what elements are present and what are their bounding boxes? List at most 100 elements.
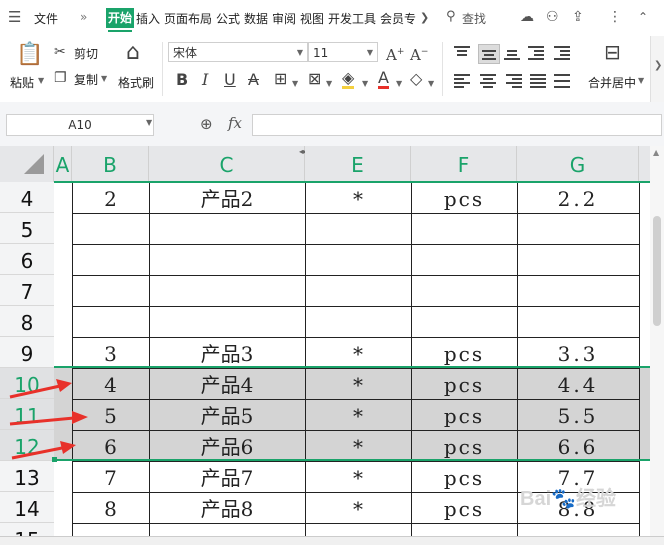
tab-page-layout[interactable]: 页面布局: [164, 10, 212, 27]
cut-button[interactable]: 剪切: [74, 45, 98, 62]
row-header[interactable]: 13: [0, 461, 54, 492]
more-tabs-icon[interactable]: »: [80, 10, 87, 24]
cell-e[interactable]: [305, 306, 411, 337]
cell-b[interactable]: [72, 244, 149, 275]
cell-g[interactable]: 4.4: [517, 368, 639, 399]
cell-c[interactable]: [149, 275, 305, 306]
paste-dropdown-icon[interactable]: ▼: [38, 76, 44, 85]
cell-g[interactable]: [517, 306, 639, 337]
scroll-tabs-right-icon[interactable]: ❯: [420, 11, 429, 24]
increase-indent-icon[interactable]: [554, 46, 570, 60]
cell-g[interactable]: 6.6: [517, 430, 639, 461]
cell-e[interactable]: *: [305, 399, 411, 430]
cell-e[interactable]: [305, 275, 411, 306]
row-header[interactable]: 8: [0, 306, 54, 337]
cell-e[interactable]: *: [305, 368, 411, 399]
align-left-icon[interactable]: [454, 74, 470, 88]
share-icon[interactable]: ⇪: [572, 9, 584, 25]
italic-icon[interactable]: I: [202, 72, 208, 88]
scroll-up-icon[interactable]: ▲: [653, 148, 659, 157]
merge-center-icon[interactable]: ⊟: [604, 42, 621, 62]
fill-color-icon[interactable]: ◈: [342, 70, 355, 89]
paste-button[interactable]: 粘贴: [10, 74, 34, 91]
tab-review[interactable]: 审阅: [272, 10, 296, 27]
row-header[interactable]: 6: [0, 244, 54, 275]
cell-c[interactable]: 产品5: [149, 399, 305, 430]
cell-e[interactable]: *: [305, 182, 411, 213]
cell-style-icon[interactable]: ⊠: [308, 71, 321, 87]
column-header-a[interactable]: A: [54, 146, 72, 182]
ribbon-scroll-right[interactable]: ❯: [650, 36, 664, 102]
row-header[interactable]: 14: [0, 492, 54, 523]
cell-g[interactable]: 3.3: [517, 337, 639, 368]
cell-e[interactable]: [305, 213, 411, 244]
column-header-c[interactable]: C: [149, 146, 305, 182]
cell-e[interactable]: *: [305, 492, 411, 523]
column-header-next[interactable]: [639, 146, 650, 182]
cell-f[interactable]: pcs: [411, 182, 517, 213]
column-header-f[interactable]: F: [411, 146, 517, 182]
tab-member[interactable]: 会员专: [380, 10, 416, 27]
tab-data[interactable]: 数据: [244, 10, 268, 27]
cell-g[interactable]: [517, 213, 639, 244]
row-header[interactable]: 7: [0, 275, 54, 306]
merge-center-button[interactable]: 合并居中: [588, 74, 636, 91]
font-size-select[interactable]: 11 ▼: [308, 42, 378, 62]
cell-f[interactable]: pcs: [411, 430, 517, 461]
cell-b[interactable]: 7: [72, 461, 149, 492]
scrollbar-thumb[interactable]: [653, 216, 661, 326]
search-label[interactable]: 查找: [462, 10, 486, 27]
clear-format-icon[interactable]: ◇: [410, 71, 422, 87]
align-bottom-icon[interactable]: [504, 46, 520, 60]
cell-f[interactable]: pcs: [411, 461, 517, 492]
cell-e[interactable]: [305, 244, 411, 275]
cell-c[interactable]: [149, 244, 305, 275]
fx-icon[interactable]: fx: [228, 114, 242, 132]
cell-f[interactable]: pcs: [411, 399, 517, 430]
tab-home[interactable]: 开始: [106, 8, 134, 32]
copy-icon[interactable]: ❐: [54, 70, 67, 86]
align-right-icon[interactable]: [506, 74, 522, 88]
paste-icon[interactable]: 📋: [16, 44, 43, 66]
cell-b[interactable]: 8: [72, 492, 149, 523]
cell-f[interactable]: pcs: [411, 492, 517, 523]
select-all-corner[interactable]: [0, 146, 54, 182]
cell-c[interactable]: 产品4: [149, 368, 305, 399]
file-menu[interactable]: 文件: [34, 10, 58, 27]
tab-insert[interactable]: 插入: [136, 10, 160, 27]
column-header-e[interactable]: E: [305, 146, 411, 182]
cell-f[interactable]: [411, 306, 517, 337]
collapse-ribbon-icon[interactable]: ⌃: [638, 10, 648, 24]
distribute-icon[interactable]: [554, 74, 570, 88]
cell-f[interactable]: pcs: [411, 337, 517, 368]
name-box-dropdown-icon[interactable]: ▼: [146, 118, 152, 127]
vertical-scrollbar[interactable]: ▲: [650, 146, 664, 544]
cell-c[interactable]: 产品3: [149, 337, 305, 368]
chevron-down-icon[interactable]: ▼: [292, 76, 298, 92]
cell-c[interactable]: 产品2: [149, 182, 305, 213]
row-header[interactable]: 9: [0, 337, 54, 368]
cell-f[interactable]: [411, 213, 517, 244]
decrease-font-icon[interactable]: A−: [410, 44, 428, 63]
formula-input[interactable]: [252, 114, 662, 136]
cell-c[interactable]: [149, 306, 305, 337]
cell-e[interactable]: *: [305, 337, 411, 368]
cell-e[interactable]: *: [305, 430, 411, 461]
row-header[interactable]: 5: [0, 213, 54, 244]
chevron-down-icon[interactable]: ▼: [362, 76, 368, 92]
align-middle-icon[interactable]: [478, 44, 500, 64]
search-icon[interactable]: ⚲: [446, 9, 456, 24]
more-options-icon[interactable]: ⋮: [608, 9, 622, 25]
cell-g[interactable]: [517, 275, 639, 306]
cell-g[interactable]: 5.5: [517, 399, 639, 430]
tab-view[interactable]: 视图: [300, 10, 324, 27]
cell-f[interactable]: pcs: [411, 368, 517, 399]
cell-c[interactable]: 产品8: [149, 492, 305, 523]
cell-c[interactable]: 产品6: [149, 430, 305, 461]
bold-icon[interactable]: B: [176, 72, 188, 88]
chevron-down-icon[interactable]: ▼: [396, 76, 402, 92]
name-box[interactable]: A10: [6, 114, 154, 136]
cell-b[interactable]: [72, 275, 149, 306]
column-header-b[interactable]: B: [72, 146, 149, 182]
scissors-icon[interactable]: ✂: [54, 44, 66, 60]
